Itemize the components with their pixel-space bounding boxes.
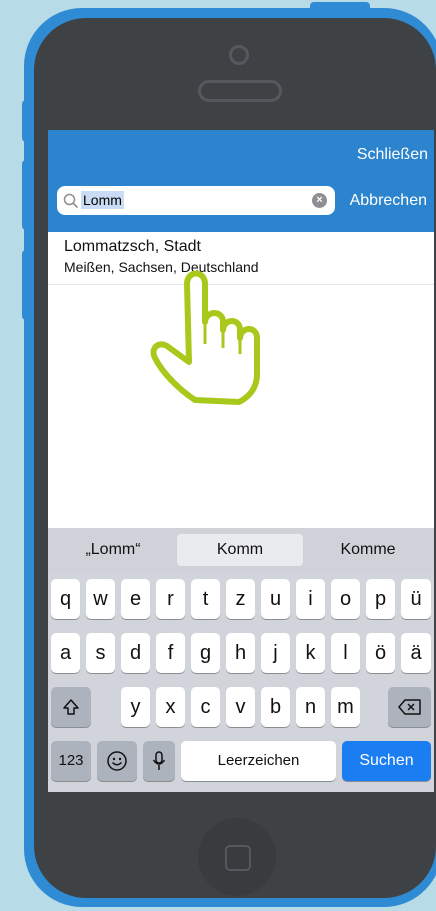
result-title: Lommatzsch, Stadt: [64, 238, 201, 255]
app-screen: Schließen Lomm × Abbrechen Lommatzsch, S…: [48, 130, 434, 792]
key-s[interactable]: s: [86, 633, 115, 673]
search-icon: [63, 193, 78, 208]
key-ae[interactable]: ä: [401, 633, 431, 673]
shift-key[interactable]: [51, 687, 91, 727]
search-input[interactable]: Lomm ×: [57, 186, 335, 215]
emoji-key[interactable]: [97, 741, 137, 781]
phone-side-button: [22, 250, 32, 320]
navigation-bar: Schließen Lomm × Abbrechen: [48, 130, 434, 232]
key-j[interactable]: j: [261, 633, 290, 673]
clear-icon[interactable]: ×: [312, 193, 327, 208]
key-o[interactable]: o: [331, 579, 360, 619]
backspace-key[interactable]: [388, 687, 431, 727]
key-p[interactable]: p: [366, 579, 395, 619]
suggestion-bar: „Lomm“ Komm Komme: [48, 528, 434, 572]
key-x[interactable]: x: [156, 687, 185, 727]
pointing-finger-icon: [150, 270, 260, 405]
key-u[interactable]: u: [261, 579, 290, 619]
key-k[interactable]: k: [296, 633, 325, 673]
home-button[interactable]: [198, 818, 276, 896]
home-square-icon: [225, 845, 251, 871]
key-v[interactable]: v: [226, 687, 255, 727]
phone-side-button: [22, 100, 32, 142]
phone-side-button: [22, 160, 32, 230]
key-oe[interactable]: ö: [366, 633, 395, 673]
key-i[interactable]: i: [296, 579, 325, 619]
key-b[interactable]: b: [261, 687, 290, 727]
search-query[interactable]: Lomm: [81, 191, 124, 209]
keyboard: „Lomm“ Komm Komme q w e r t z u i o p ü …: [48, 528, 434, 792]
space-key[interactable]: Leerzeichen: [181, 741, 336, 781]
microphone-icon: [152, 751, 166, 770]
cancel-button[interactable]: Abbrechen: [350, 192, 427, 210]
emoji-icon: [107, 751, 127, 771]
key-g[interactable]: g: [191, 633, 220, 673]
key-h[interactable]: h: [226, 633, 255, 673]
key-e[interactable]: e: [121, 579, 150, 619]
suggestion-item[interactable]: „Lomm“: [52, 534, 174, 566]
dictation-key[interactable]: [143, 741, 175, 781]
key-y[interactable]: y: [121, 687, 150, 727]
numbers-key[interactable]: 123: [51, 741, 91, 781]
key-m[interactable]: m: [331, 687, 360, 727]
key-n[interactable]: n: [296, 687, 325, 727]
key-ue[interactable]: ü: [401, 579, 431, 619]
suggestion-item[interactable]: Komme: [306, 534, 430, 566]
key-l[interactable]: l: [331, 633, 360, 673]
close-button[interactable]: Schließen: [357, 146, 428, 164]
key-d[interactable]: d: [121, 633, 150, 673]
key-a[interactable]: a: [51, 633, 80, 673]
backspace-icon: [397, 699, 421, 715]
speaker-icon: [198, 80, 282, 102]
camera-icon: [229, 45, 249, 65]
key-r[interactable]: r: [156, 579, 185, 619]
key-q[interactable]: q: [51, 579, 80, 619]
phone-top-button: [310, 2, 370, 12]
shift-icon: [63, 699, 79, 715]
key-t[interactable]: t: [191, 579, 220, 619]
suggestion-item[interactable]: Komm: [177, 534, 303, 566]
key-c[interactable]: c: [191, 687, 220, 727]
search-submit-key[interactable]: Suchen: [342, 741, 431, 781]
key-w[interactable]: w: [86, 579, 115, 619]
key-f[interactable]: f: [156, 633, 185, 673]
key-z[interactable]: z: [226, 579, 255, 619]
